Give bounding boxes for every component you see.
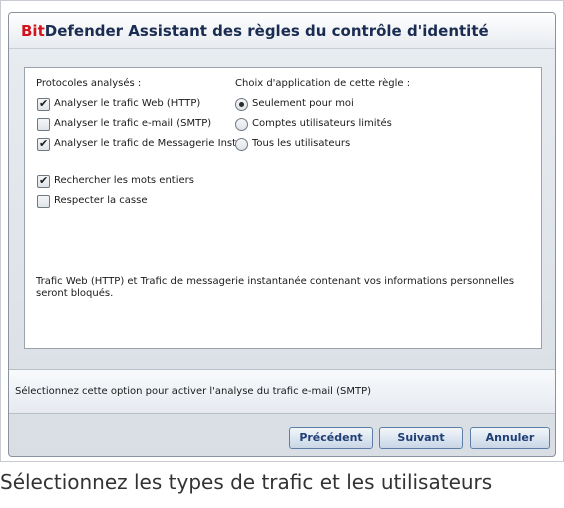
figure-caption: Sélectionnez les types de trafic et les … [0, 470, 493, 494]
smtp-label: Analyser le trafic e-mail (SMTP) [54, 118, 212, 129]
whole-words-label: Rechercher les mots entiers [54, 175, 194, 186]
wizard-dialog: BitDefender Assistant des règles du cont… [8, 12, 556, 457]
hint-text: Sélectionnez cette option pour activer l… [15, 386, 372, 397]
figure-frame: BitDefender Assistant des règles du cont… [0, 0, 564, 462]
check-icon: ✔ [39, 97, 49, 110]
only-me-label: Seulement pour moi [252, 98, 354, 109]
content-panel: Protocoles analysés : Choix d'applicatio… [24, 67, 542, 349]
next-button[interactable]: Suivant [379, 427, 463, 449]
title-bar: BitDefender Assistant des règles du cont… [9, 13, 555, 49]
http-label: Analyser le trafic Web (HTTP) [54, 98, 201, 109]
match-case-label: Respecter la casse [54, 195, 148, 206]
http-checkbox[interactable]: ✔ [37, 97, 50, 111]
rule-summary-text: Trafic Web (HTTP) et Trafic de messageri… [36, 276, 515, 299]
limited-accounts-label: Comptes utilisateurs limités [252, 118, 392, 129]
previous-button[interactable]: Précédent [289, 427, 373, 449]
smtp-checkbox[interactable] [37, 118, 50, 131]
cancel-button[interactable]: Annuler [470, 427, 550, 449]
limited-accounts-radio[interactable] [235, 118, 248, 131]
all-users-label: Tous les utilisateurs [252, 138, 351, 149]
radio-selected-icon [239, 102, 244, 107]
im-label: Analyser le trafic de Messagerie Inst. [54, 138, 240, 149]
all-users-radio[interactable] [235, 138, 248, 151]
protocols-heading: Protocoles analysés : [36, 78, 142, 89]
match-case-checkbox[interactable] [37, 195, 50, 208]
dialog-title: BitDefender Assistant des règles du cont… [21, 22, 489, 40]
im-checkbox[interactable]: ✔ [37, 137, 50, 151]
check-icon: ✔ [39, 174, 49, 187]
apply-heading: Choix d'application de cette règle : [235, 78, 411, 89]
whole-words-checkbox[interactable]: ✔ [37, 174, 50, 188]
check-icon: ✔ [39, 137, 49, 150]
title-main: Defender Assistant des règles du contrôl… [44, 22, 489, 40]
brand-prefix: Bit [21, 22, 45, 40]
only-me-radio[interactable] [235, 98, 248, 111]
hint-panel: Sélectionnez cette option pour activer l… [9, 369, 555, 414]
